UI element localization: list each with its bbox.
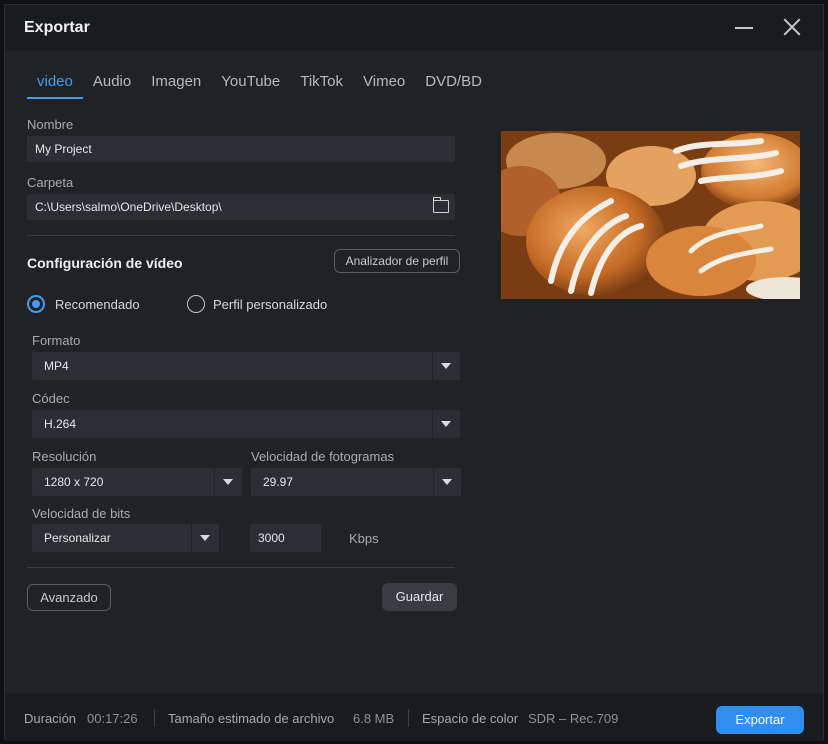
radio-recommended-label: Recomendado [55,297,140,312]
file-size-value: 6.8 MB [353,711,395,726]
file-size-label: Tamaño estimado de archivo [168,711,335,726]
dialog-title: Exportar [24,19,90,36]
chevron-down-icon [442,479,452,485]
profile-analyzer-button[interactable]: Analizador de perfil [334,249,460,273]
tab-audio[interactable]: Audio [93,71,131,99]
chevron-down-icon [200,535,210,541]
select-separator [214,468,215,496]
footer-separator [154,709,155,727]
video-config-title: Configuración de vídeo [27,255,183,271]
name-label: Nombre [27,117,74,132]
folder-open-icon[interactable] [433,197,449,213]
chevron-down-icon [441,363,451,369]
tab-tiktok[interactable]: TikTok [300,71,343,99]
codec-value: H.264 [44,417,77,431]
folder-input[interactable]: C:\Users\salmo\OneDrive\Desktop\ [27,194,455,220]
footer-separator [408,709,409,727]
folder-label: Carpeta [27,175,74,190]
name-input[interactable]: My Project [27,136,455,162]
bitrate-label: Velocidad de bits [32,506,131,521]
color-space-label: Espacio de color [422,711,519,726]
bitrate-mode-select[interactable]: Personalizar [32,524,219,552]
framerate-label: Velocidad de fotogramas [251,449,395,464]
select-separator [433,468,434,496]
tab-video[interactable]: video [27,71,83,99]
status-footer: Duración 00:17:26 Tamaño estimado de arc… [5,693,823,741]
bitrate-mode-value: Personalizar [44,531,111,545]
chevron-down-icon [441,421,451,427]
pastry-image [501,131,800,299]
select-separator [432,410,433,438]
select-separator [191,524,192,552]
bitrate-input[interactable]: 3000 [250,524,321,552]
color-space-value: SDR – Rec.709 [528,711,619,726]
export-tabs: video Audio Imagen YouTube TikTok Vimeo … [27,71,502,99]
resolution-value: 1280 x 720 [44,475,104,489]
resolution-select[interactable]: 1280 x 720 [32,468,242,496]
duration-value: 00:17:26 [87,711,138,726]
radio-custom-profile[interactable] [187,295,205,313]
minimize-icon[interactable] [733,15,757,39]
radio-custom-profile-label: Perfil personalizado [213,297,328,312]
radio-recommended[interactable] [27,295,45,313]
close-icon[interactable] [780,15,804,39]
bitrate-unit: Kbps [349,531,379,546]
framerate-value: 29.97 [263,475,294,489]
framerate-select[interactable]: 29.97 [251,468,461,496]
save-button[interactable]: Guardar [382,583,457,611]
duration-label: Duración [24,711,77,726]
format-select[interactable]: MP4 [32,352,460,380]
chevron-down-icon [223,479,233,485]
resolution-label: Resolución [32,449,97,464]
title-bar: Exportar [5,5,823,51]
video-preview-thumbnail [501,131,800,299]
select-separator [432,352,433,380]
codec-label: Códec [32,391,70,406]
advanced-button[interactable]: Avanzado [27,584,111,611]
tab-dvd-bd[interactable]: DVD/BD [425,71,482,99]
divider [27,567,455,568]
folder-path: C:\Users\salmo\OneDrive\Desktop\ [35,200,222,214]
export-button[interactable]: Exportar [716,706,804,734]
codec-select[interactable]: H.264 [32,410,460,438]
format-label: Formato [32,333,81,348]
divider [27,235,455,236]
format-value: MP4 [44,359,69,373]
export-dialog: Exportar video Audio Imagen YouTube TikT… [4,4,824,741]
tab-image[interactable]: Imagen [151,71,201,99]
tab-vimeo[interactable]: Vimeo [363,71,405,99]
tab-youtube[interactable]: YouTube [221,71,280,99]
